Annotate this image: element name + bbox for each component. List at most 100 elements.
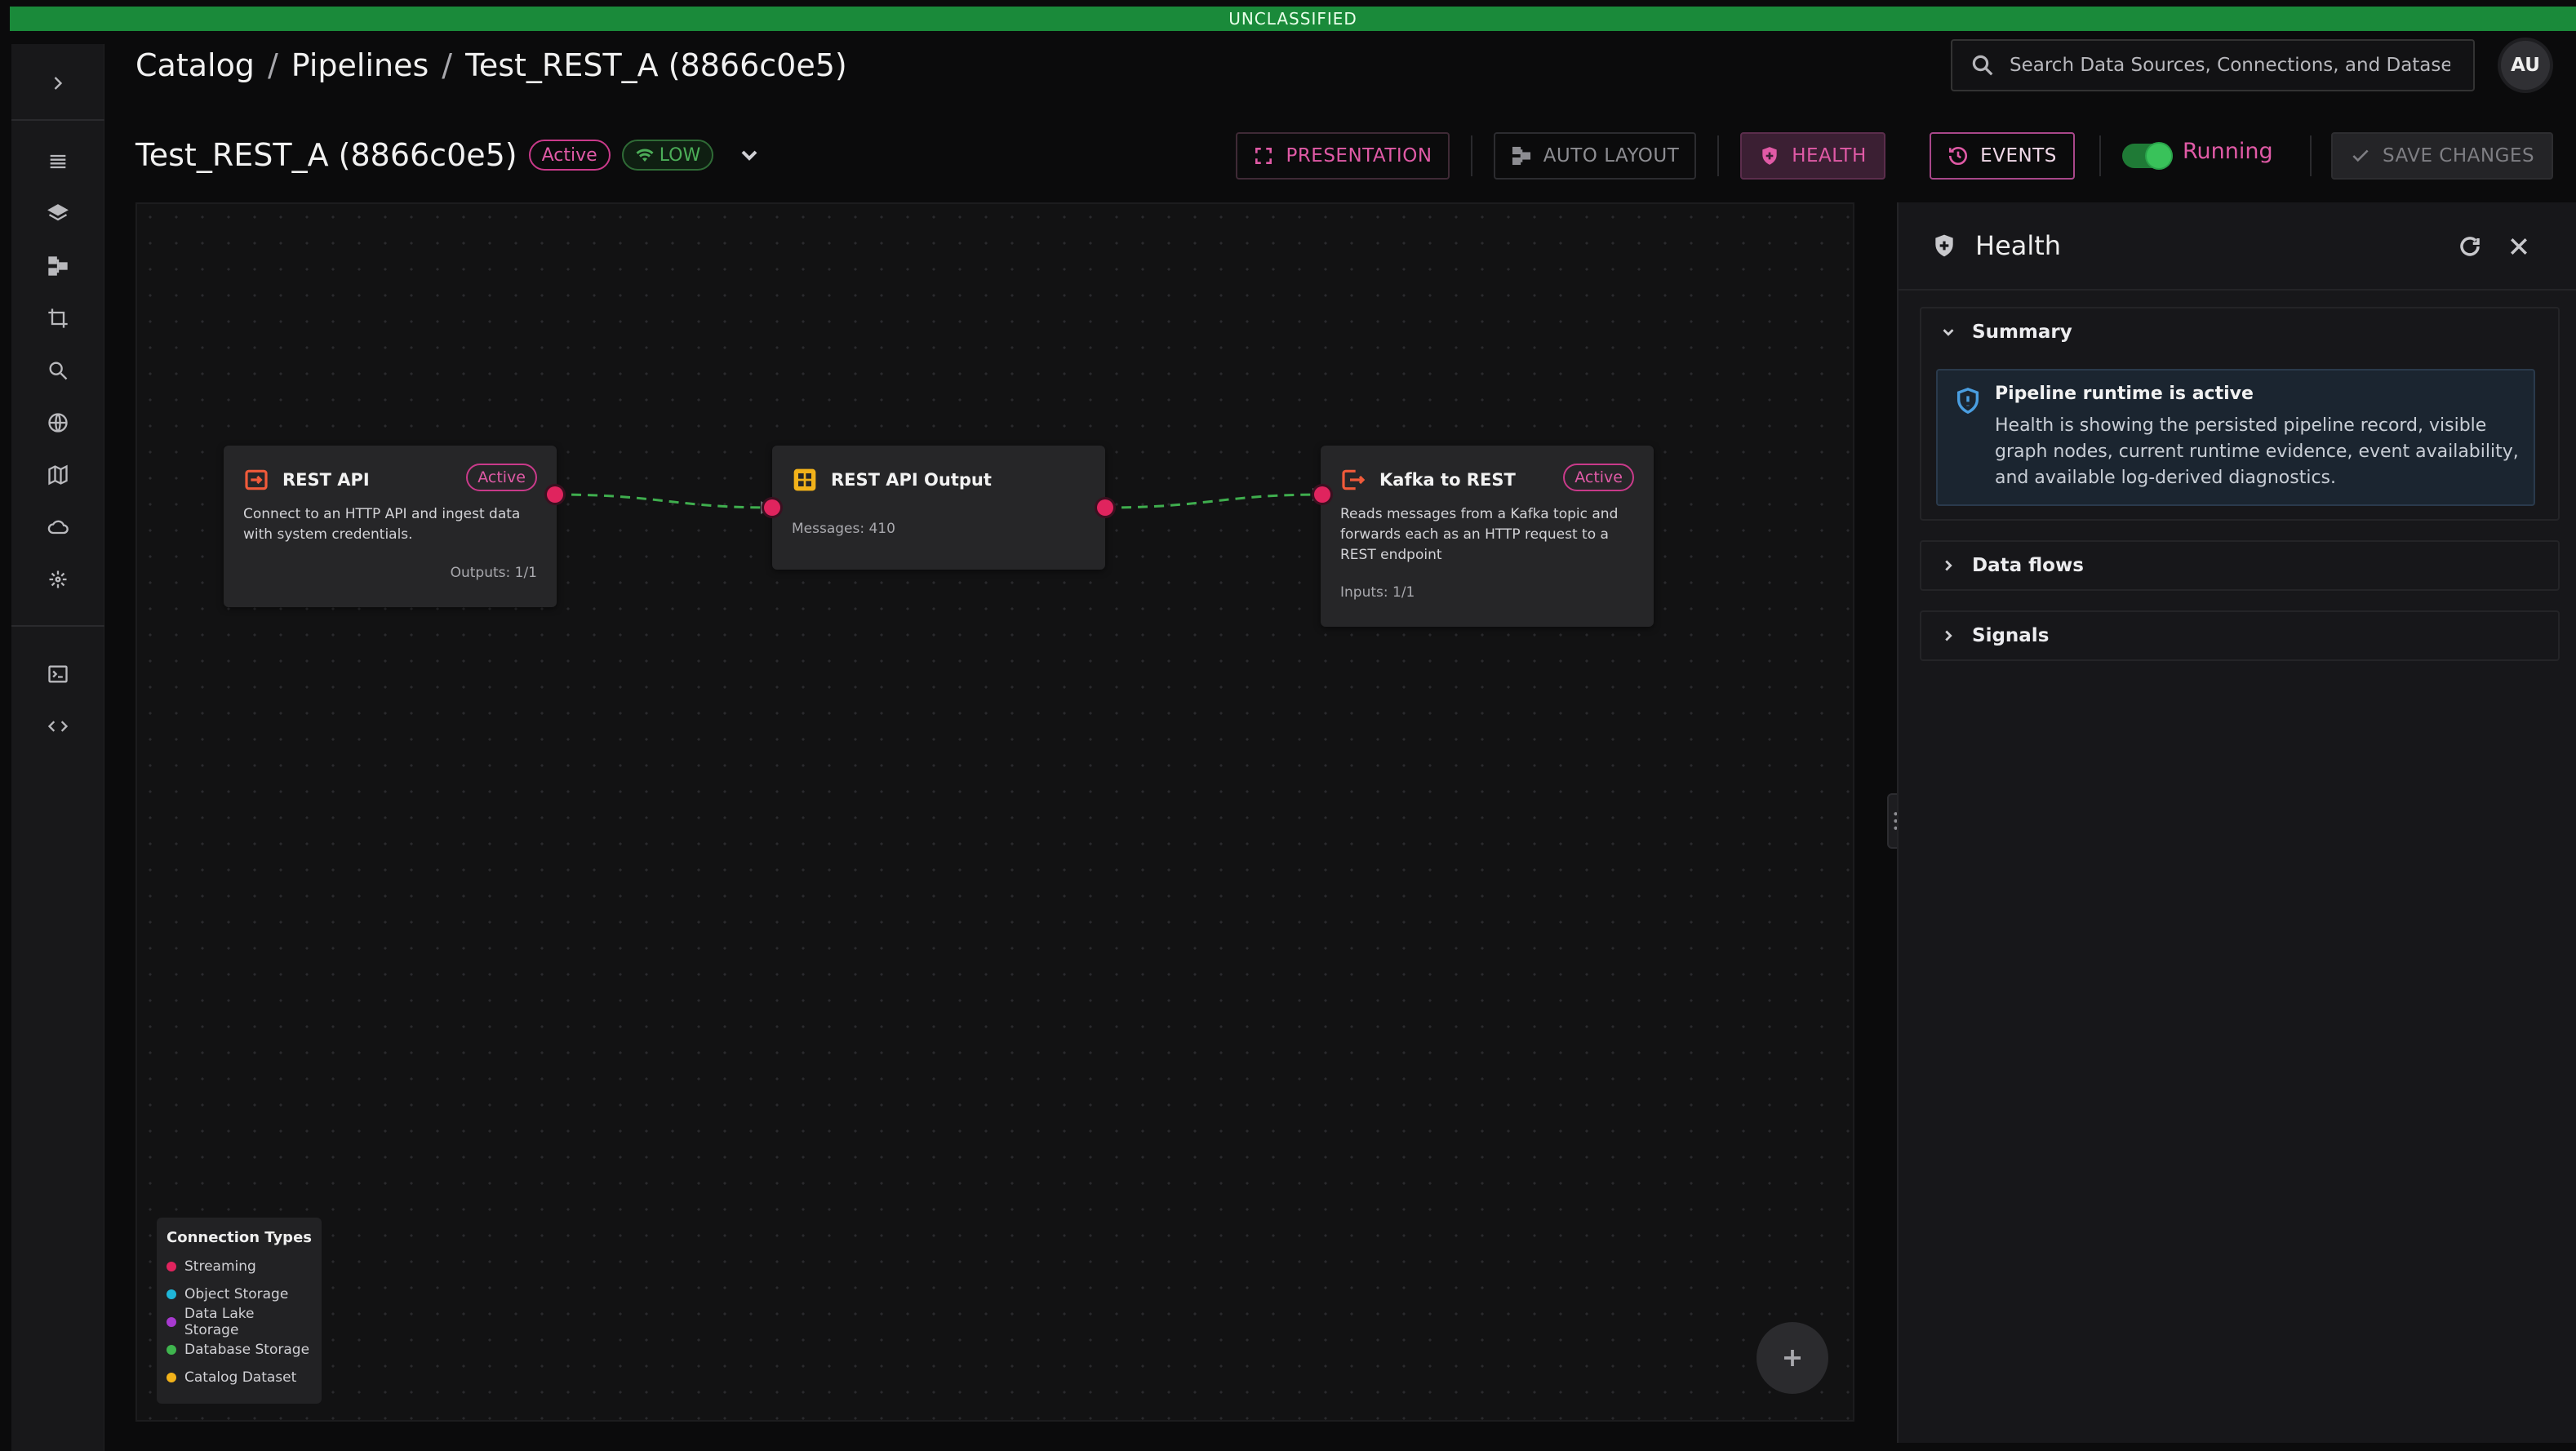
node-title: REST API: [282, 470, 370, 490]
breadcrumb-catalog[interactable]: Catalog: [135, 47, 255, 83]
legend-label: Streaming: [184, 1258, 256, 1275]
legend-dot: [167, 1345, 176, 1355]
node-header: Kafka to REST: [1340, 467, 1516, 493]
cloud-icon: [47, 520, 69, 535]
node-status-badge: Active: [466, 464, 537, 491]
globe-icon: [48, 413, 68, 433]
sidebar-item-pipelines[interactable]: [11, 246, 104, 286]
legend-label: Data Lake Storage: [184, 1306, 255, 1338]
edge-rest-api-to-output[interactable]: [554, 493, 771, 509]
breadcrumb-current: Test_REST_A (8866c0e5): [465, 47, 847, 83]
data-flows-section: Data flows: [1920, 540, 2560, 591]
node-meta: Outputs: 1/1: [450, 565, 537, 581]
input-port[interactable]: [1314, 486, 1330, 503]
output-arrow-icon: [1342, 469, 1366, 490]
running-label: Running: [2183, 139, 2273, 164]
node-header: REST API: [243, 467, 370, 493]
legend-dot: [167, 1289, 176, 1299]
node-description-line: forwards each as an HTTP request to a: [1340, 526, 1609, 543]
add-node-button[interactable]: [1757, 1322, 1828, 1394]
status-badge: Active: [528, 140, 611, 171]
node-description-line: REST endpoint: [1340, 547, 1442, 563]
expand-sidebar-button[interactable]: [11, 64, 104, 103]
sidebar-item-layers[interactable]: [11, 194, 104, 233]
crop-icon: [48, 308, 68, 328]
pipeline-canvas[interactable]: REST API Active Connect to an HTTP API a…: [135, 202, 1854, 1422]
code-icon: [47, 721, 69, 732]
sidebar-item-list[interactable]: [11, 142, 104, 181]
signals-section-toggle[interactable]: Signals: [1921, 612, 2558, 659]
sidebar-item-cloud[interactable]: [11, 508, 104, 547]
health-label: HEALTH: [1792, 145, 1867, 166]
check-icon: [2352, 149, 2369, 162]
node-status-badge: Active: [1563, 464, 1634, 491]
hierarchy-icon: [48, 256, 68, 276]
legend-label: Object Storage: [184, 1286, 289, 1302]
legend-item: Streaming: [167, 1253, 312, 1280]
chevron-down-icon[interactable]: [736, 142, 762, 168]
search-icon: [1972, 55, 1993, 76]
node-title: Kafka to REST: [1379, 470, 1516, 490]
fullscreen-icon: [1255, 148, 1272, 164]
data-flows-section-toggle[interactable]: Data flows: [1921, 542, 2558, 589]
sidebar-item-network[interactable]: [11, 560, 104, 599]
auto-layout-button[interactable]: AUTO LAYOUT: [1494, 132, 1696, 180]
chevron-right-icon: [54, 77, 63, 90]
close-panel-button[interactable]: [2503, 230, 2535, 263]
search-input[interactable]: [2010, 55, 2450, 76]
running-toggle[interactable]: [2122, 144, 2173, 168]
wifi-icon: [636, 149, 654, 162]
sidebar-item-search[interactable]: [11, 351, 104, 390]
sidebar-item-code[interactable]: [11, 707, 104, 746]
chevron-right-icon: [1945, 560, 1952, 571]
breadcrumb: Catalog / Pipelines / Test_REST_A (8866c…: [135, 44, 847, 87]
sidebar-item-globe[interactable]: [11, 403, 104, 442]
user-avatar[interactable]: AU: [2501, 41, 2550, 90]
rail-divider: [11, 119, 104, 121]
legend-item: Catalog Dataset: [167, 1364, 312, 1391]
legend-item: Data Lake Storage: [167, 1306, 312, 1338]
sidebar-item-crop[interactable]: [11, 299, 104, 338]
output-port[interactable]: [547, 486, 563, 503]
sidebar-item-terminal[interactable]: [11, 655, 104, 694]
node-rest-api[interactable]: REST API Active Connect to an HTTP API a…: [224, 446, 557, 607]
sidebar-item-map[interactable]: [11, 455, 104, 495]
health-button[interactable]: HEALTH: [1740, 132, 1885, 180]
events-label: EVENTS: [1980, 145, 2057, 166]
toolbar-divider: [1471, 135, 1472, 176]
node-description-line: Connect to an HTTP API and ingest data: [243, 506, 521, 522]
classification-banner: UNCLASSIFIED: [10, 7, 2576, 31]
toolbar-divider: [2099, 135, 2101, 176]
breadcrumb-separator: /: [267, 47, 278, 83]
summary-section-toggle[interactable]: Summary: [1921, 308, 2558, 356]
global-search[interactable]: [1951, 39, 2475, 91]
grid-icon: [793, 468, 816, 491]
history-icon: [1949, 146, 1968, 166]
close-icon: [2511, 238, 2527, 255]
input-port[interactable]: [764, 499, 780, 516]
events-button[interactable]: EVENTS: [1930, 132, 2075, 180]
map-icon: [48, 464, 68, 486]
legend-label: Catalog Dataset: [184, 1369, 297, 1386]
save-changes-button[interactable]: SAVE CHANGES: [2331, 132, 2553, 180]
refresh-icon: [2460, 237, 2480, 256]
node-header: REST API Output: [792, 467, 992, 493]
toolbar-divider: [1717, 135, 1719, 176]
shield-icon: [1762, 147, 1777, 165]
edge-output-to-kafka[interactable]: [1104, 493, 1323, 509]
node-rest-api-output[interactable]: REST API Output Messages: 410: [772, 446, 1105, 570]
node-kafka-to-rest[interactable]: Kafka to REST Active Reads messages from…: [1321, 446, 1654, 627]
refresh-button[interactable]: [2454, 230, 2486, 263]
legend-title: Connection Types: [167, 1229, 312, 1246]
breadcrumb-pipelines[interactable]: Pipelines: [291, 47, 429, 83]
health-panel-header: Health: [1899, 202, 2576, 291]
signals-section-title: Signals: [1972, 625, 2050, 646]
presentation-button[interactable]: PRESENTATION: [1236, 132, 1450, 180]
output-port[interactable]: [1097, 499, 1113, 516]
save-changes-label: SAVE CHANGES: [2382, 145, 2535, 166]
terminal-icon: [48, 665, 68, 683]
health-panel: Health Summary Pipeline runtime is activ…: [1897, 202, 2576, 1443]
legend-item: Object Storage: [167, 1280, 312, 1308]
node-description-line: Reads messages from a Kafka topic and: [1340, 506, 1619, 522]
pipeline-header: Test_REST_A (8866c0e5) Active LOW: [135, 134, 762, 176]
